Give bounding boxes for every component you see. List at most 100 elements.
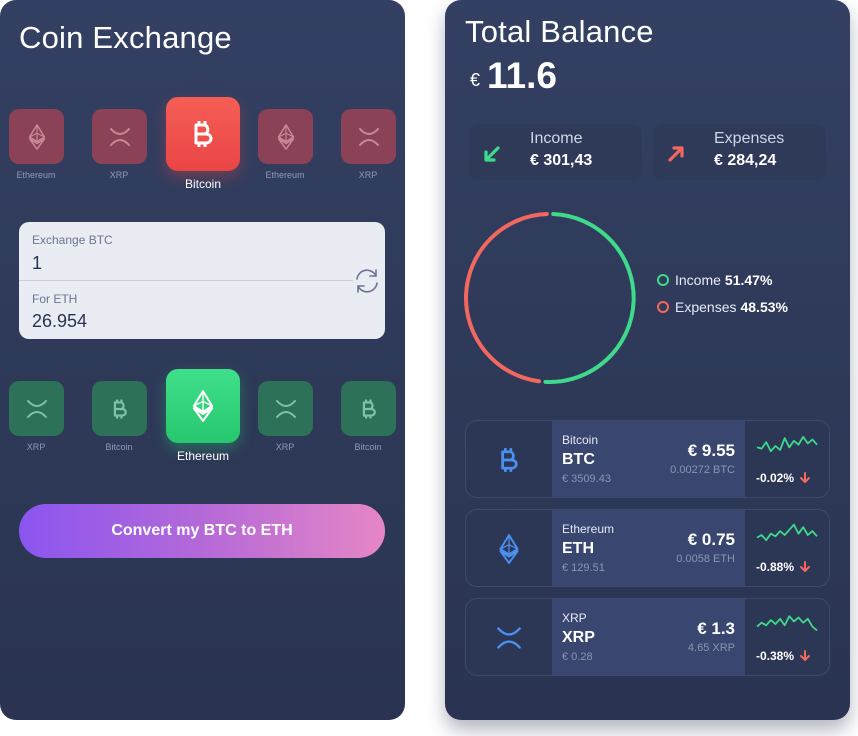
sparkline-trend	[756, 436, 818, 453]
coin-details: Bitcoin BTC € 3509.43 € 9.55 0.00272 BTC	[552, 421, 745, 497]
to-coin-label: Bitcoin	[354, 442, 382, 452]
coin-name: XRP	[562, 611, 587, 625]
coin-amount: 4.65 XRP	[687, 642, 735, 654]
from-coin-bitcoin-selected[interactable]	[166, 97, 240, 171]
legend-dot-expenses	[657, 301, 669, 313]
xrp-icon	[497, 627, 521, 649]
from-coin-xrp[interactable]	[341, 109, 396, 164]
income-card[interactable]: Income € 301,43	[469, 124, 642, 180]
sparkline-trend	[756, 615, 818, 632]
coin-fiat-value: € 1.3	[697, 619, 735, 638]
arrow-down-icon	[800, 472, 811, 483]
legend-income: Income 51.47%	[657, 272, 772, 288]
to-coin-bitcoin[interactable]	[341, 381, 396, 436]
from-coin-label: XRP	[109, 170, 129, 180]
to-coin-label: Bitcoin	[105, 442, 133, 452]
coin-amount: 0.0058 ETH	[676, 553, 735, 565]
coin-card-xrp[interactable]: XRP XRP € 0.28 € 1.3 4.65 XRP -0.38%	[465, 598, 830, 676]
bitcoin-icon	[113, 399, 127, 418]
coin-symbol: XRP	[562, 629, 595, 646]
convert-button[interactable]: Convert my BTC to ETH	[19, 504, 385, 558]
coin-price: € 3509.43	[562, 473, 611, 485]
arrow-down-icon	[800, 650, 811, 661]
ethereum-icon	[28, 123, 45, 150]
xrp-icon	[26, 399, 47, 418]
coin-symbol: ETH	[562, 540, 594, 557]
balance-title: Total Balance	[465, 14, 654, 49]
total-balance-panel: Total Balance € 11.6 Income € 301,43 Exp…	[445, 0, 850, 720]
xrp-icon	[358, 127, 379, 146]
to-coin-xrp[interactable]	[9, 381, 64, 436]
donut-income-segment	[543, 212, 636, 384]
income-label: Income	[530, 130, 583, 147]
coin-details: XRP XRP € 0.28 € 1.3 4.65 XRP	[552, 599, 745, 675]
arrow-up-right-icon	[668, 146, 684, 162]
coin-exchange-panel: Coin Exchange Ethereum XRP Bitcoin Ether…	[0, 0, 405, 720]
coin-fiat-value: € 9.55	[687, 441, 735, 460]
for-label: For ETH	[32, 292, 78, 306]
from-coin-ethereum[interactable]	[258, 109, 313, 164]
legend-income-pct: 51.47%	[724, 272, 773, 288]
sparkline	[756, 436, 818, 453]
donut-expenses-segment	[464, 212, 549, 384]
from-coin-xrp[interactable]	[92, 109, 147, 164]
coin-icon-area	[466, 421, 552, 497]
to-coin-xrp[interactable]	[258, 381, 313, 436]
coin-name: Bitcoin	[562, 433, 599, 447]
coin-change: -0.02%	[756, 471, 811, 485]
from-coin-label-selected: Bitcoin	[184, 177, 222, 191]
xrp-icon	[109, 127, 130, 146]
expenses-value: € 284,24	[714, 152, 777, 169]
coin-price: € 129.51	[562, 562, 605, 574]
exchange-label: Exchange BTC	[32, 233, 113, 247]
bitcoin-icon	[501, 448, 518, 472]
coin-price: € 0.28	[562, 651, 593, 663]
ethereum-icon	[499, 534, 519, 564]
xrp-icon	[275, 399, 296, 418]
expenses-card[interactable]: Expenses € 284,24	[653, 124, 826, 180]
coin-icon-area	[466, 510, 552, 586]
legend-expenses-pct: 48.53%	[740, 299, 788, 315]
to-coin-label: XRP	[26, 442, 46, 452]
coin-card-eth[interactable]: Ethereum ETH € 129.51 € 0.75 0.0058 ETH …	[465, 509, 830, 587]
coin-card-btc[interactable]: Bitcoin BTC € 3509.43 € 9.55 0.00272 BTC…	[465, 420, 830, 498]
to-coin-ethereum-selected[interactable]	[166, 369, 240, 443]
coin-icon-area	[466, 599, 552, 675]
legend-expenses-label: Expenses	[675, 299, 737, 315]
legend-expenses: Expenses 48.53%	[657, 299, 788, 315]
to-coin-label-selected: Ethereum	[176, 449, 230, 463]
swap-icon[interactable]	[352, 266, 382, 296]
divider	[19, 280, 353, 281]
sparkline	[756, 615, 818, 632]
coin-fiat-value: € 0.75	[687, 530, 735, 549]
income-value: € 301,43	[530, 152, 593, 169]
coin-symbol: BTC	[562, 451, 595, 468]
coin-change-value: -0.88%	[756, 560, 795, 574]
balance-value: 11.6	[487, 55, 557, 96]
expenses-label: Expenses	[714, 130, 785, 147]
ethereum-icon	[277, 123, 294, 150]
coin-name: Ethereum	[562, 522, 615, 536]
coin-change-value: -0.02%	[756, 471, 795, 485]
coin-change: -0.38%	[756, 649, 811, 663]
to-coin-bitcoin[interactable]	[92, 381, 147, 436]
from-coin-ethereum[interactable]	[9, 109, 64, 164]
from-coin-label: Ethereum	[265, 170, 305, 180]
page-title: Coin Exchange	[19, 20, 232, 55]
sparkline	[756, 523, 818, 542]
exchange-form: Exchange BTC 1 For ETH 26.954	[19, 222, 385, 339]
legend-dot-income	[657, 274, 669, 286]
arrow-down-left-icon	[484, 146, 500, 162]
coin-change: -0.88%	[756, 560, 811, 574]
bitcoin-icon	[194, 121, 213, 147]
balance-currency: €	[470, 70, 481, 90]
ethereum-icon	[192, 390, 214, 422]
to-coin-label: XRP	[275, 442, 295, 452]
for-amount-field[interactable]: 26.954	[32, 311, 87, 332]
coin-change-value: -0.38%	[756, 649, 795, 663]
coin-amount: 0.00272 BTC	[670, 464, 735, 476]
sparkline-trend	[756, 523, 818, 542]
exchange-amount-input[interactable]: 1	[32, 253, 42, 274]
income-expense-donut-chart	[464, 212, 636, 384]
coin-details: Ethereum ETH € 129.51 € 0.75 0.0058 ETH	[552, 510, 745, 586]
